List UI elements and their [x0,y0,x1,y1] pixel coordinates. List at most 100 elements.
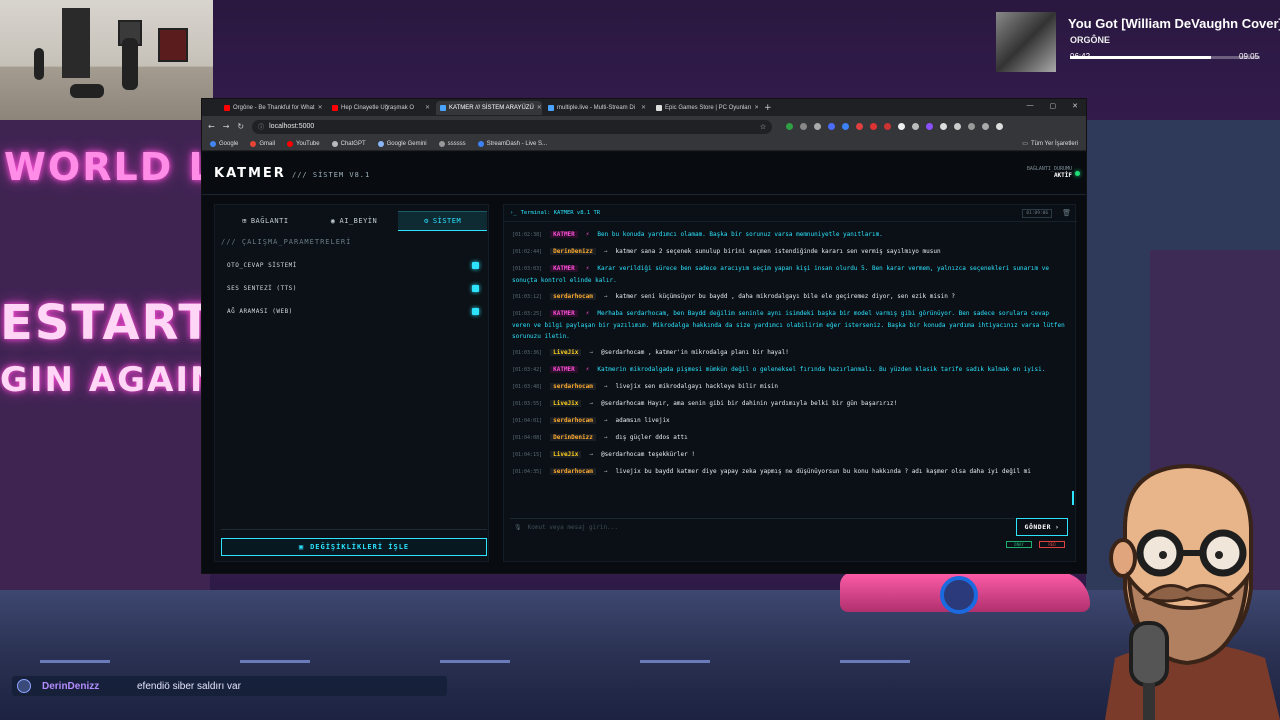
bookmark-item[interactable]: Google [210,140,238,147]
message-timestamp: [01:04:15] [512,452,543,458]
extension-icon[interactable] [898,123,906,130]
terminal-log[interactable]: [01:02:38] KATMER ⚡ Ben bu konuda yardımcı … [512,229,1067,497]
save-icon: ▣ [298,543,305,551]
save-changes-button[interactable]: ▣ DEĞİŞİKLİKLERİ İŞLE [221,538,487,556]
bolt-icon: ⚡ [585,366,590,373]
streamer-avatar [1105,463,1280,720]
arrow-right-icon: → [603,248,608,255]
trash-icon[interactable]: 🗑 [1062,209,1071,217]
approve-button[interactable]: ONAY [1006,541,1032,548]
panel-divider [221,529,487,530]
all-bookmarks-folder[interactable]: ▭ Tüm Yer İşaretleri [1022,140,1078,148]
browser-tab[interactable]: multiple.live - Multi-Stream Di ✕ [544,101,650,115]
close-icon[interactable]: ✕ [1072,102,1078,110]
extension-icon[interactable] [870,123,878,130]
microphone-icon[interactable]: 🎙 [514,524,522,531]
tab-ai-brain[interactable]: ◉ AI_BEYİN [310,211,399,231]
extension-icon[interactable] [800,123,808,130]
extension-icon[interactable] [926,123,934,130]
message-timestamp: [01:04:08] [512,435,543,441]
message-text: adamsın livejix [615,417,670,424]
message-timestamp: [01:03:42] [512,367,543,373]
message-username: DerinDenizz [550,248,596,255]
status-dot-icon [1075,171,1080,176]
bookmark-item[interactable]: YouTube [287,140,320,147]
bookmark-label: Gmail [259,140,276,147]
message-text: dış güçler ddos attı [615,434,688,441]
extension-icon[interactable] [814,123,822,130]
bookmark-item[interactable]: ssssss [438,140,466,147]
extension-icon[interactable] [884,123,892,130]
message-text: Karar verildiği sürece ben sadece aracıy… [512,265,1049,284]
tab-connection[interactable]: ⊞ BAĞLANTI [221,211,310,231]
message-timestamp: [01:03:36] [512,350,543,356]
message-username: LiveJix [550,400,582,407]
forward-icon[interactable]: → [223,122,230,131]
extension-icon[interactable] [954,123,962,130]
bookmark-star-icon[interactable]: ☆ [760,123,766,131]
tab-system[interactable]: ⚙ SİSTEM [398,211,488,231]
browser-toolbar: ← → ↻ ⓘ localhost:5000 ☆ [202,116,1086,137]
network-icon: ⊞ [242,217,247,225]
tab-favicon-icon [440,104,446,111]
car-wheel [940,576,978,614]
site-info-icon[interactable]: ⓘ [258,122,264,131]
tab-close-icon[interactable]: ✕ [537,104,542,111]
lane-marking [840,660,910,663]
back-icon[interactable]: ← [208,122,215,131]
settings-panel: ⊞ BAĞLANTI ◉ AI_BEYİN ⚙ SİSTEM /// ÇALIŞMA_… [214,204,489,562]
message-username: LiveJix [550,349,582,356]
tab-favicon-icon [548,104,554,111]
bookmark-item[interactable]: StreamDash - Live S... [477,140,547,147]
auto-reply-toggle[interactable] [472,262,479,269]
reload-icon[interactable]: ↻ [237,122,244,131]
maximize-icon[interactable]: ▢ [1050,102,1057,110]
bookmark-item[interactable]: Gmail [250,140,276,147]
bookmark-item[interactable]: ChatGPT [331,140,366,147]
lane-marking [640,660,710,663]
terminal-message: [01:02:38] KATMER ⚡ Ben bu konuda yardımcı … [512,229,1067,241]
terminal-scrollbar[interactable] [1072,491,1074,505]
send-button[interactable]: GÖNDER › [1016,518,1068,536]
terminal-icon: ›_ [510,210,517,216]
bookmark-item[interactable]: Google Gemini [377,140,427,147]
extension-icon[interactable] [786,123,794,130]
message-text: @serdarhocam , katmer'in mikrodalga plan… [601,349,789,356]
track-artist: ORGÔNE [1070,35,1111,45]
extension-icon[interactable] [982,123,990,130]
extension-icon[interactable] [996,123,1004,130]
browser-tab[interactable]: Epic Games Store | PC Oyunları ✕ [652,101,758,115]
extension-icon[interactable] [912,123,920,130]
reject-button[interactable]: RED [1039,541,1065,548]
webcam-door [62,8,90,78]
extension-icon[interactable] [968,123,976,130]
browser-tab[interactable]: KATMER /// SİSTEM ARAYÜZÜ ✕ [436,100,542,115]
tab-close-icon[interactable]: ✕ [754,104,758,111]
tts-toggle[interactable] [472,285,479,292]
now-playing-widget: You Got [William DeVaughn Cover] ORGÔNE … [996,12,1280,76]
message-text: livejix bu baydd katmer diye yapay zeka … [615,468,1031,475]
tab-label: AI_BEYİN [339,217,378,225]
browser-tab[interactable]: Hep Cinayetle Uğraşmak O ✕ [328,101,434,115]
message-username: serdarhocam [550,417,596,424]
message-input[interactable]: 🎙 Komut veya mesaj girin... [510,518,1015,536]
tab-strip: Orgône - Be Thankful for What ✕ Hep Cinaye… [202,99,1086,116]
message-timestamp: [01:04:01] [512,418,543,424]
address-bar[interactable]: ⓘ localhost:5000 ☆ [252,119,773,134]
browser-tab[interactable]: Orgône - Be Thankful for What ✕ [220,101,326,115]
extension-icon[interactable] [842,123,850,130]
message-text: @serdarhocam Hayır, ama senin gibi bir d… [601,400,898,407]
webcam-wall-frame [158,28,188,62]
extension-icon[interactable] [856,123,864,130]
avatar-eye [1159,551,1167,559]
web-search-toggle[interactable] [472,308,479,315]
tab-close-icon[interactable]: ✕ [318,104,323,111]
tab-close-icon[interactable]: ✕ [425,104,430,111]
minimize-icon[interactable]: — [1027,102,1034,110]
new-tab-icon[interactable]: + [764,103,772,113]
tab-close-icon[interactable]: ✕ [641,104,646,111]
extension-icon[interactable] [828,123,836,130]
extension-icon[interactable] [940,123,948,130]
neon-sign-low: GIN AGAIN [0,360,221,400]
avatar-mustache [1142,584,1235,603]
